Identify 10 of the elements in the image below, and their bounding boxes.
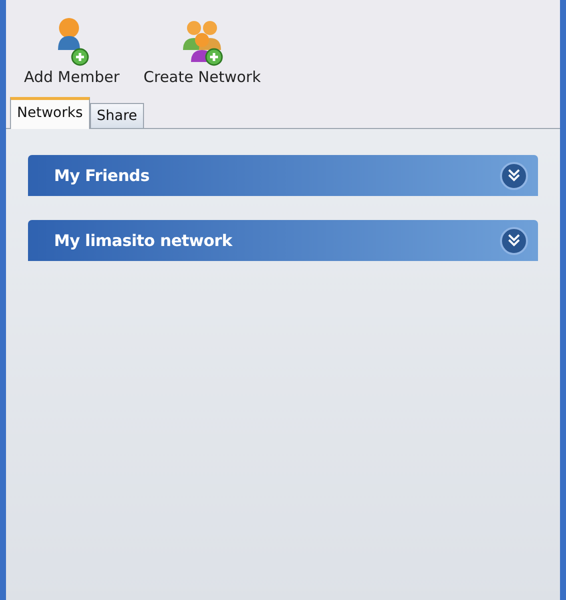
tab[interactable]: Share [90,103,144,128]
toolbar-button[interactable]: Add Member [24,16,120,92]
toolbar-button[interactable]: Create Network [144,16,261,92]
expand-icon[interactable] [500,226,528,254]
tab[interactable]: Networks [10,97,90,129]
expand-icon[interactable] [500,162,528,190]
group-header[interactable]: My Friends [28,155,538,196]
group-title: My Friends [54,166,150,185]
group-title: My limasito network [54,231,232,250]
group-header[interactable]: My limasito network [28,220,538,261]
